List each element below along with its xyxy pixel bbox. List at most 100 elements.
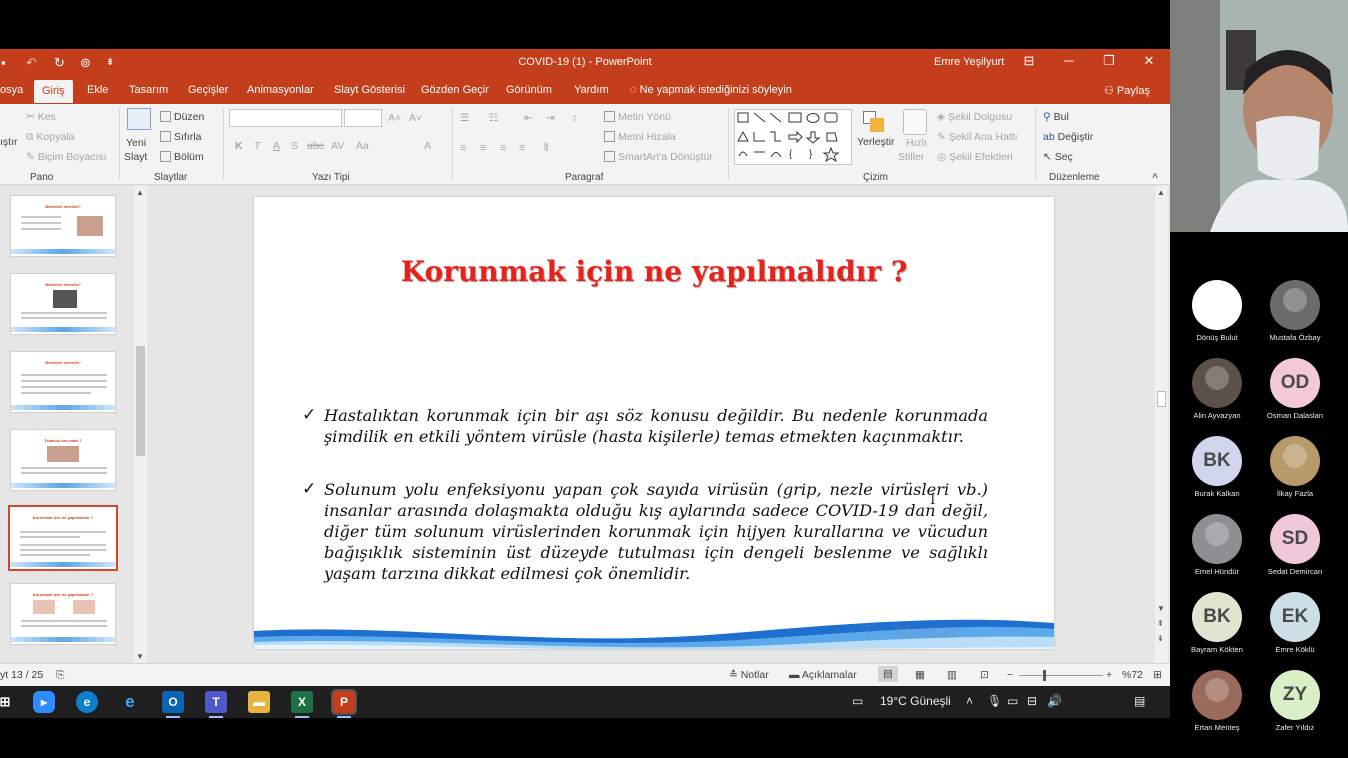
character-spacing-button[interactable]: AV (331, 140, 344, 152)
slide-scrollbar[interactable]: ▲ ▼ ⇞ ⇟ (1155, 186, 1168, 663)
collapse-ribbon-icon[interactable]: ˄ (1152, 170, 1158, 182)
microphone-icon[interactable]: 🎙 (987, 694, 1002, 708)
notes-button[interactable]: ≛ Notlar (729, 669, 769, 681)
spellcheck-icon[interactable]: ⎘ (56, 669, 64, 682)
tab-design[interactable]: Tasarım (129, 84, 168, 96)
slide-thumbnail-active[interactable]: Korunmak için ne yapılmalıdır ? (8, 505, 118, 571)
shrink-font-button[interactable]: A˅ (409, 112, 422, 124)
cut-button[interactable]: ✂ Kes (26, 111, 56, 123)
layout-button[interactable]: Düzen (160, 111, 204, 123)
tab-insert[interactable]: Ekle (87, 84, 108, 96)
participant-tile[interactable]: Alin Ayvazyan (1178, 358, 1256, 420)
tab-home[interactable]: Giriş (34, 80, 73, 103)
new-slide-label[interactable]: Yeni (126, 137, 146, 149)
participant-tile[interactable]: Emel Hündür (1178, 514, 1256, 576)
comments-button[interactable]: ▬ Açıklamalar (789, 669, 857, 681)
align-text-button[interactable]: Metni Hizala (604, 131, 676, 143)
shape-fill-button[interactable]: ◈ Şekil Dolgusu (937, 111, 1012, 123)
slide-thumbnail[interactable]: Belirtileri nelerdir? (10, 195, 116, 257)
outlook-icon[interactable]: O (162, 691, 184, 718)
shapes-gallery[interactable]: {} (734, 109, 852, 165)
font-color-button[interactable]: A (424, 140, 431, 152)
slide-thumbnail[interactable]: Belirtileri nelerdir? (10, 273, 116, 335)
weather-icon[interactable]: ▭ (852, 694, 863, 708)
shape-effects-button[interactable]: ◎ Şekil Efektleri (937, 151, 1013, 163)
notifications-icon[interactable]: ▤ (1134, 694, 1145, 708)
tab-file[interactable]: osya (0, 84, 23, 96)
align-center-icon[interactable]: ≡ (480, 142, 486, 154)
zoom-slider-thumb[interactable] (1043, 670, 1046, 681)
bullet-item[interactable]: ✓ Solunum yolu enfeksiyonu yapan çok say… (302, 479, 988, 584)
battery-icon[interactable]: ▭ (1007, 694, 1018, 708)
edge-icon[interactable]: e (76, 691, 98, 713)
change-case-button[interactable]: Aa (356, 140, 369, 152)
participant-tile[interactable]: Ertan Menteş (1178, 670, 1256, 732)
slide-sorter-icon[interactable]: ▦ (915, 669, 925, 681)
reading-view-icon[interactable]: ▥ (947, 669, 957, 681)
participant-tile[interactable]: BK Bayram Kökten (1178, 592, 1256, 654)
zoom-in-icon[interactable]: + (1106, 669, 1112, 681)
normal-view-icon[interactable]: ▤ (878, 666, 898, 682)
line-spacing-icon[interactable]: ↕ (572, 112, 577, 124)
justify-icon[interactable]: ≡ (519, 142, 525, 154)
tab-animations[interactable]: Animasyonlar (247, 84, 314, 96)
shadow-button[interactable]: S (291, 140, 298, 152)
participant-tile[interactable]: EK Emre Köklü (1256, 592, 1334, 654)
tell-me-search[interactable]: ◌ Ne yapmak istediğinizi söyleyin (630, 84, 792, 96)
scroll-down-icon[interactable]: ▼ (136, 652, 144, 661)
weather-text[interactable]: 19°C Güneşli (880, 694, 951, 708)
find-button[interactable]: ⚲ Bul (1043, 111, 1069, 123)
bold-button[interactable]: K (235, 140, 243, 152)
ie-icon[interactable]: e (119, 691, 141, 713)
explorer-icon[interactable]: ▬ (248, 691, 270, 713)
slideshow-view-icon[interactable]: ⊡ (980, 669, 989, 681)
new-slide-dropdown[interactable]: Slayt (124, 151, 147, 163)
align-left-icon[interactable]: ≡ (460, 142, 466, 154)
italic-button[interactable]: T (254, 140, 260, 152)
grow-font-button[interactable]: A˄ (388, 112, 401, 124)
copy-button[interactable]: ⧉ Kopyala (26, 131, 74, 144)
bullets-icon[interactable]: ☰ (460, 112, 469, 124)
participant-tile[interactable]: BK Burak Kalkan (1178, 436, 1256, 498)
tab-slide-show[interactable]: Slayt Gösterisi (334, 84, 405, 96)
scroll-up-icon[interactable]: ▲ (136, 188, 144, 197)
restore-button[interactable]: ❐ (1099, 53, 1119, 69)
quick-styles-label[interactable]: Hızlı (906, 137, 927, 149)
tab-help[interactable]: Yardım (574, 84, 609, 96)
font-family-select[interactable] (229, 109, 342, 127)
previous-slide-icon[interactable]: ⇞ (1157, 619, 1164, 628)
participant-tile[interactable]: Dönüş Bulut (1178, 280, 1256, 342)
quick-styles-dropdown[interactable]: Stiller (898, 151, 924, 163)
scroll-down-icon[interactable]: ▼ (1157, 604, 1165, 613)
shape-outline-button[interactable]: ✎ Şekil Ana Hattı (937, 131, 1018, 143)
participant-tile[interactable]: İlkay Fazla (1256, 436, 1334, 498)
tab-review[interactable]: Gözden Geçir (421, 84, 489, 96)
volume-icon[interactable]: 🔊 (1047, 694, 1062, 708)
paste-button[interactable]: ıştır (0, 136, 18, 148)
zoom-percent[interactable]: %72 (1122, 669, 1143, 681)
ribbon-display-icon[interactable]: ⊟ (1019, 53, 1039, 69)
next-slide-icon[interactable]: ⇟ (1157, 634, 1164, 643)
fit-to-window-icon[interactable]: ⊞ (1153, 669, 1162, 681)
participant-tile[interactable]: Mustafa Özbay (1256, 280, 1334, 342)
scrollbar-thumb[interactable] (136, 346, 145, 456)
network-icon[interactable]: ⊟ (1027, 694, 1037, 708)
excel-icon[interactable]: X (291, 691, 313, 718)
close-button[interactable]: ✕ (1139, 53, 1159, 69)
participant-tile[interactable]: SD Sedat Demircan (1256, 514, 1334, 576)
align-right-icon[interactable]: ≡ (500, 142, 506, 154)
slide-thumbnail[interactable]: Tedavisi var mıdır ? (10, 429, 116, 491)
minimize-button[interactable]: ─ (1059, 53, 1079, 68)
scrollbar-thumb[interactable] (1157, 391, 1166, 407)
select-button[interactable]: ↖ Seç (1043, 151, 1073, 163)
decrease-indent-icon[interactable]: ⇤ (524, 112, 533, 124)
account-name[interactable]: Emre Yeşilyurt (934, 56, 1004, 68)
replace-button[interactable]: ab Değiştir (1043, 131, 1093, 143)
active-speaker-video[interactable] (1170, 0, 1348, 232)
bullet-item[interactable]: ✓ Hastalıktan korunmak için bir aşı söz … (302, 405, 988, 447)
section-button[interactable]: Bölüm (160, 151, 204, 163)
participant-tile[interactable]: OD Osman Dalaslan (1256, 358, 1334, 420)
slide-thumbnail[interactable]: Korunmak için ne yapılmalıdır ? (10, 583, 116, 645)
powerpoint-icon[interactable]: P (331, 689, 357, 718)
arrange-button[interactable]: Yerleştir (857, 136, 895, 148)
